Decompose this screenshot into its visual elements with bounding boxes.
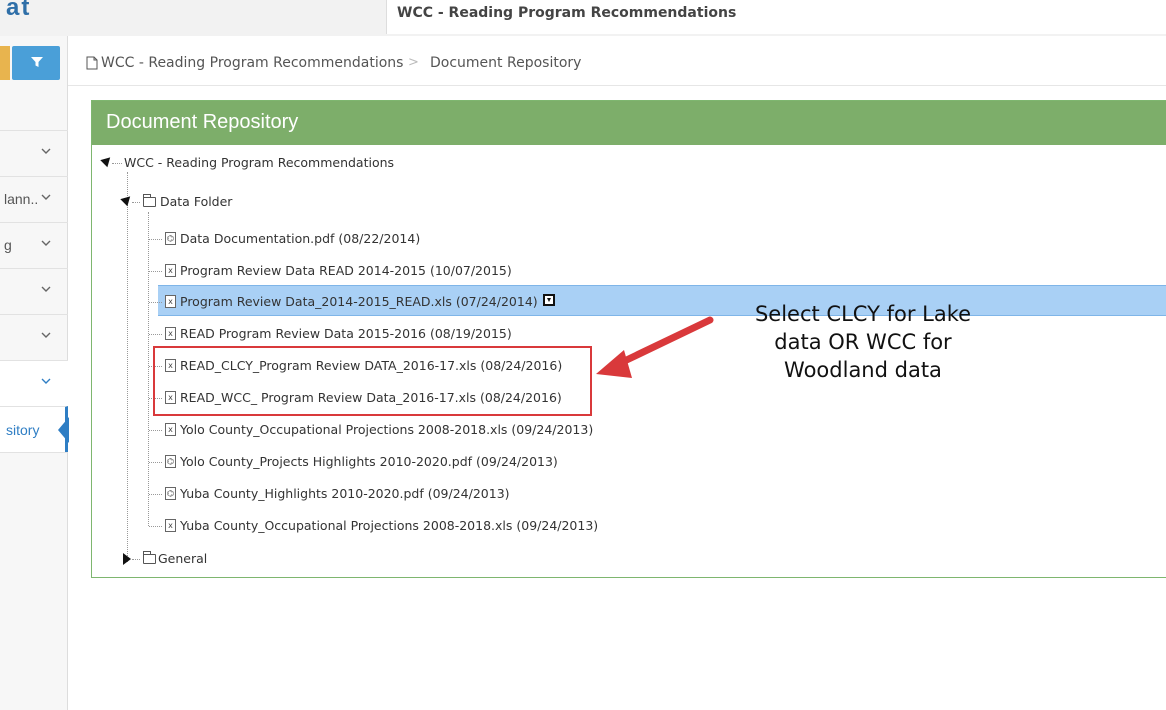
- tree-file-item[interactable]: Yolo County_Projects Highlights 2010-202…: [180, 454, 558, 469]
- tree-connector: [112, 163, 122, 164]
- tree-connector: [149, 302, 162, 303]
- sidebar-active-label: sitory: [6, 422, 40, 438]
- excel-file-icon: x: [165, 423, 176, 436]
- tree-connector: [149, 239, 162, 240]
- window-title-bar: WCC - Reading Program Recommendations: [386, 0, 1166, 34]
- filter-accent: [0, 46, 10, 80]
- chevron-down-icon: [41, 286, 51, 292]
- tree-connector: [148, 212, 149, 526]
- tree-connector: [149, 271, 162, 272]
- pdf-file-icon: ⌬: [165, 455, 176, 468]
- tree-file-item[interactable]: Data Documentation.pdf (08/22/2014): [180, 231, 420, 246]
- tree-file-item[interactable]: Yolo County_Occupational Projections 200…: [180, 422, 593, 437]
- top-bar: at WCC - Reading Program Recommendations: [0, 0, 1166, 36]
- chevron-down-icon: [41, 194, 51, 200]
- panel-title: Document Repository: [106, 111, 299, 133]
- sidebar-item-5[interactable]: [0, 314, 68, 360]
- folder-icon: [143, 551, 156, 564]
- breadcrumb-current: Document Repository: [430, 55, 582, 71]
- tree-file-item[interactable]: Yuba County_Highlights 2010-2020.pdf (09…: [180, 486, 510, 501]
- tree-connector: [149, 462, 162, 463]
- window-title: WCC - Reading Program Recommendations: [397, 6, 737, 20]
- sidebar-item-4[interactable]: [0, 268, 68, 314]
- breadcrumb: WCC - Reading Program Recommendations > …: [68, 40, 1166, 86]
- tree-root-node[interactable]: WCC - Reading Program Recommendations: [124, 155, 394, 170]
- sidebar: lann.. g sitory: [0, 36, 69, 710]
- tree-file-item[interactable]: Program Review Data READ 2014-2015 (10/0…: [180, 263, 512, 278]
- tree-connector: [132, 559, 140, 560]
- excel-file-icon: x: [165, 327, 176, 340]
- excel-file-icon: x: [165, 519, 176, 532]
- pdf-file-icon: ⌬: [165, 232, 176, 245]
- breadcrumb-home-link[interactable]: WCC - Reading Program Recommendations: [101, 55, 403, 71]
- chevron-down-icon: [41, 332, 51, 338]
- chevron-down-icon: [41, 378, 51, 384]
- download-icon[interactable]: [543, 294, 555, 306]
- chevron-down-icon: [41, 148, 51, 154]
- arrow-icon: [596, 316, 714, 378]
- tree-connector: [149, 334, 162, 335]
- breadcrumb-separator: >: [408, 55, 419, 70]
- excel-file-icon: x: [165, 264, 176, 277]
- sidebar-item-3[interactable]: g: [0, 222, 68, 268]
- tree-file-item[interactable]: Yuba County_Occupational Projections 200…: [180, 518, 598, 533]
- tree-connector: [127, 172, 128, 562]
- sidebar-item-document-repository[interactable]: sitory: [0, 406, 69, 452]
- panel-header: Document Repository: [92, 101, 1166, 145]
- excel-file-icon: x: [165, 295, 176, 308]
- annotation-line: Woodland data: [784, 358, 942, 382]
- tree-connector: [132, 202, 140, 203]
- sidebar-item-label: lann..: [4, 191, 39, 207]
- sidebar-item-1[interactable]: [0, 130, 68, 176]
- sidebar-divider: [0, 452, 68, 453]
- collapse-toggle-icon[interactable]: [123, 553, 131, 565]
- active-indicator: [58, 417, 69, 443]
- sidebar-item-label: g: [4, 237, 12, 253]
- folder-icon: [143, 194, 156, 207]
- tree-file-item[interactable]: READ Program Review Data 2015-2016 (08/1…: [180, 326, 512, 341]
- tree-connector: [149, 494, 162, 495]
- highlight-box: [153, 346, 592, 416]
- app-logo[interactable]: at: [6, 0, 31, 22]
- document-icon: [86, 56, 98, 70]
- pdf-file-icon: ⌬: [165, 487, 176, 500]
- filter-icon: [31, 57, 43, 67]
- tree-folder-general[interactable]: General: [158, 551, 207, 566]
- tree-connector: [149, 526, 162, 527]
- annotation-line: data OR WCC for: [774, 330, 952, 354]
- tree-folder-data[interactable]: Data Folder: [160, 194, 232, 209]
- chevron-down-icon: [41, 240, 51, 246]
- tree-connector: [149, 430, 162, 431]
- sidebar-item-6[interactable]: [0, 360, 68, 406]
- sidebar-item-2[interactable]: lann..: [0, 176, 68, 222]
- annotation-callout: Select CLCY for Lake data OR WCC for Woo…: [720, 300, 1006, 384]
- annotation-line: Select CLCY for Lake: [754, 302, 972, 326]
- filter-button[interactable]: [12, 46, 60, 80]
- tree-file-item-selected[interactable]: Program Review Data_2014-2015_READ.xls (…: [180, 294, 538, 309]
